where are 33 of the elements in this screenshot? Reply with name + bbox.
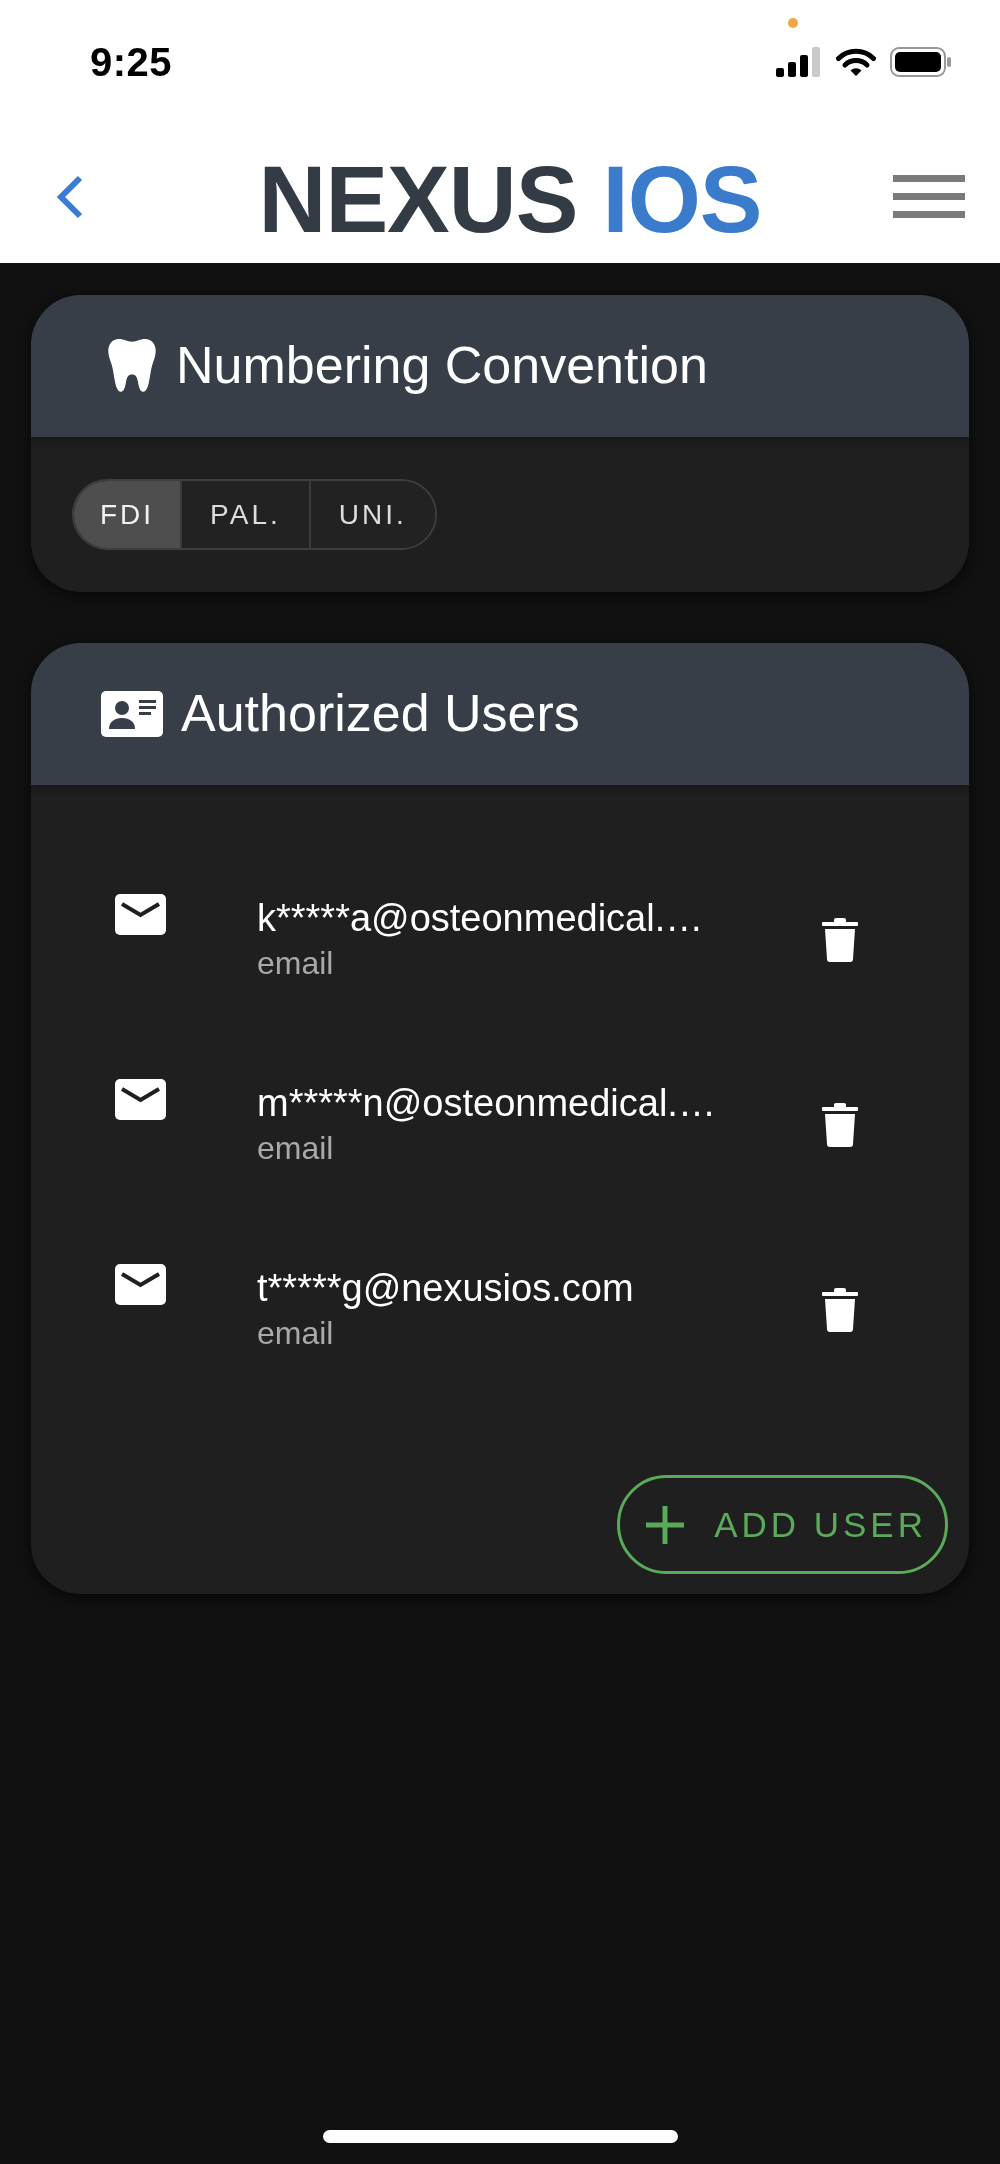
app-logo: NEXUS IOS [258,152,762,247]
envelope-icon [115,893,166,935]
delete-button[interactable] [822,1102,858,1147]
delete-button[interactable] [822,917,858,962]
user-email: k*****a@osteonmedical.… [257,895,705,941]
user-type: email [257,1128,335,1168]
indicator-dot-icon [788,18,798,28]
envelope-icon [115,1078,166,1120]
segment-tab[interactable]: FDI [74,481,181,548]
status-time: 9:25 [90,39,173,85]
card-title: Numbering Convention [176,335,708,395]
user-email: m*****n@osteonmedical.… [257,1080,717,1126]
segment-tab[interactable]: UNI. [308,481,435,548]
back-chevron-icon [55,173,85,220]
add-user-button[interactable]: ADD USER [617,1475,948,1574]
wifi-icon [836,47,876,77]
signal-icon [776,47,822,77]
id-card-icon [101,691,163,737]
delete-button[interactable] [822,1287,858,1332]
trash-icon [822,917,858,962]
envelope-icon [115,1263,166,1305]
tooth-icon [106,339,158,393]
menu-button[interactable] [893,174,965,219]
user-email: t*****g@nexusios.com [257,1265,635,1311]
trash-icon [822,1287,858,1332]
back-button[interactable] [55,173,85,220]
battery-icon [890,47,952,77]
user-type: email [257,1313,335,1353]
plus-icon [646,1505,685,1544]
trash-icon [822,1102,858,1147]
menu-icon [893,174,965,219]
card-title: Authorized Users [181,683,580,743]
user-type: email [257,943,335,983]
